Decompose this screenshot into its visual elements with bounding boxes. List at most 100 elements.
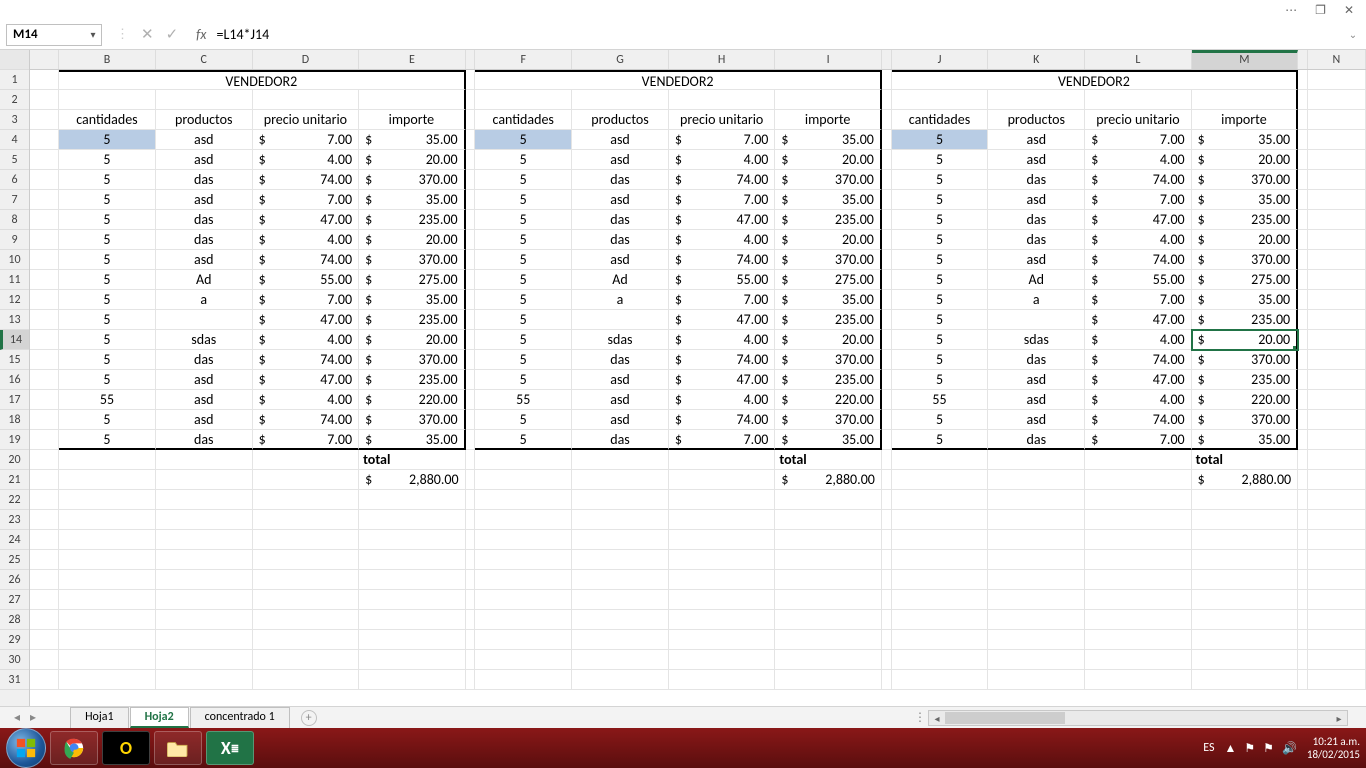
cell[interactable]: $4.00 <box>1085 390 1191 410</box>
cell[interactable]: $74.00 <box>1085 350 1191 370</box>
cell[interactable]: $370.00 <box>1192 350 1299 370</box>
hscroll-track[interactable] <box>945 711 1331 725</box>
fx-icon[interactable]: fx <box>196 26 206 43</box>
row-header[interactable]: 3 <box>0 110 29 130</box>
cell[interactable] <box>253 450 359 470</box>
cell[interactable] <box>253 610 359 630</box>
sheet-tab[interactable]: Hoja1 <box>70 707 129 728</box>
cell[interactable] <box>1192 530 1298 550</box>
cell[interactable]: $235.00 <box>359 310 466 330</box>
cell[interactable] <box>253 510 359 530</box>
cell[interactable]: 5 <box>475 430 572 450</box>
cell[interactable]: 5 <box>892 350 989 370</box>
cell[interactable] <box>572 90 669 110</box>
row-header[interactable]: 20 <box>0 450 29 470</box>
cell[interactable] <box>475 590 572 610</box>
cell[interactable] <box>156 570 253 590</box>
cell[interactable] <box>572 670 669 690</box>
col-header[interactable]: L <box>1085 50 1191 69</box>
cell[interactable]: $47.00 <box>253 310 359 330</box>
cell[interactable] <box>475 90 572 110</box>
cell[interactable]: $370.00 <box>359 250 466 270</box>
cell[interactable]: $370.00 <box>775 350 882 370</box>
cell[interactable] <box>775 570 881 590</box>
cell[interactable]: $20.00 <box>775 330 882 350</box>
row-header[interactable]: 9 <box>0 230 29 250</box>
cell[interactable] <box>892 590 989 610</box>
cell[interactable] <box>775 630 881 650</box>
cell[interactable]: asd <box>988 130 1085 150</box>
row-header[interactable]: 11 <box>0 270 29 290</box>
cell[interactable] <box>359 630 465 650</box>
cell[interactable]: 55 <box>59 390 156 410</box>
cell[interactable] <box>669 590 775 610</box>
cell[interactable] <box>775 610 881 630</box>
cell[interactable]: $20.00 <box>1192 230 1299 250</box>
cell[interactable]: 5 <box>59 350 156 370</box>
cell[interactable] <box>475 490 572 510</box>
hscroll-thumb[interactable] <box>945 712 1065 724</box>
cell[interactable] <box>988 510 1085 530</box>
cell[interactable] <box>1308 470 1366 490</box>
cell[interactable]: $235.00 <box>775 310 882 330</box>
cell[interactable]: 5 <box>475 210 572 230</box>
cell[interactable]: das <box>572 430 669 450</box>
row-header[interactable]: 14 <box>0 330 29 350</box>
cell[interactable]: 5 <box>475 130 572 150</box>
cell[interactable] <box>59 530 156 550</box>
cell[interactable] <box>359 530 465 550</box>
cell[interactable]: $7.00 <box>669 290 775 310</box>
cell[interactable] <box>775 670 881 690</box>
cell[interactable] <box>775 90 882 110</box>
cell[interactable]: 5 <box>892 250 989 270</box>
cell[interactable] <box>1085 530 1191 550</box>
cell[interactable]: 5 <box>892 190 989 210</box>
row-header[interactable]: 2 <box>0 90 29 110</box>
cell[interactable]: $55.00 <box>669 270 775 290</box>
cell[interactable] <box>156 490 253 510</box>
cell[interactable]: asd <box>572 390 669 410</box>
cell[interactable] <box>475 510 572 530</box>
cell[interactable] <box>475 630 572 650</box>
cell[interactable] <box>669 670 775 690</box>
cell[interactable] <box>988 530 1085 550</box>
cell[interactable] <box>475 610 572 630</box>
cell[interactable] <box>253 490 359 510</box>
cell[interactable] <box>669 470 775 490</box>
cell[interactable] <box>669 610 775 630</box>
cell[interactable]: $47.00 <box>669 370 775 390</box>
cell[interactable]: asd <box>988 370 1085 390</box>
cell[interactable]: $74.00 <box>669 170 775 190</box>
cell[interactable] <box>572 610 669 630</box>
cell[interactable] <box>775 550 881 570</box>
cell[interactable]: sdas <box>572 330 669 350</box>
add-sheet-button[interactable]: + <box>301 710 317 726</box>
cell[interactable]: 5 <box>59 150 156 170</box>
cell[interactable]: 5 <box>892 150 989 170</box>
cell[interactable]: $7.00 <box>253 290 359 310</box>
cell[interactable] <box>475 650 572 670</box>
cell[interactable] <box>156 470 253 490</box>
cell[interactable]: $275.00 <box>775 270 882 290</box>
cell[interactable]: $35.00 <box>1192 130 1299 150</box>
confirm-formula-icon[interactable]: ✓ <box>166 25 179 44</box>
cell[interactable]: asd <box>572 370 669 390</box>
col-header[interactable]: M <box>1192 50 1298 69</box>
cell[interactable] <box>669 450 775 470</box>
cell[interactable]: $220.00 <box>359 390 466 410</box>
cell[interactable] <box>572 470 669 490</box>
cell[interactable] <box>669 490 775 510</box>
cell[interactable]: asd <box>156 250 253 270</box>
cell[interactable]: $7.00 <box>1085 290 1191 310</box>
cell[interactable] <box>475 470 572 490</box>
cell[interactable]: $235.00 <box>359 370 466 390</box>
cell[interactable] <box>156 670 253 690</box>
row-header[interactable]: 17 <box>0 390 29 410</box>
cell[interactable]: $55.00 <box>253 270 359 290</box>
cell[interactable]: $74.00 <box>669 350 775 370</box>
cell[interactable] <box>988 90 1085 110</box>
cell[interactable]: 5 <box>475 170 572 190</box>
cell[interactable] <box>156 550 253 570</box>
cell[interactable]: das <box>988 170 1085 190</box>
col-header[interactable]: B <box>59 50 156 69</box>
